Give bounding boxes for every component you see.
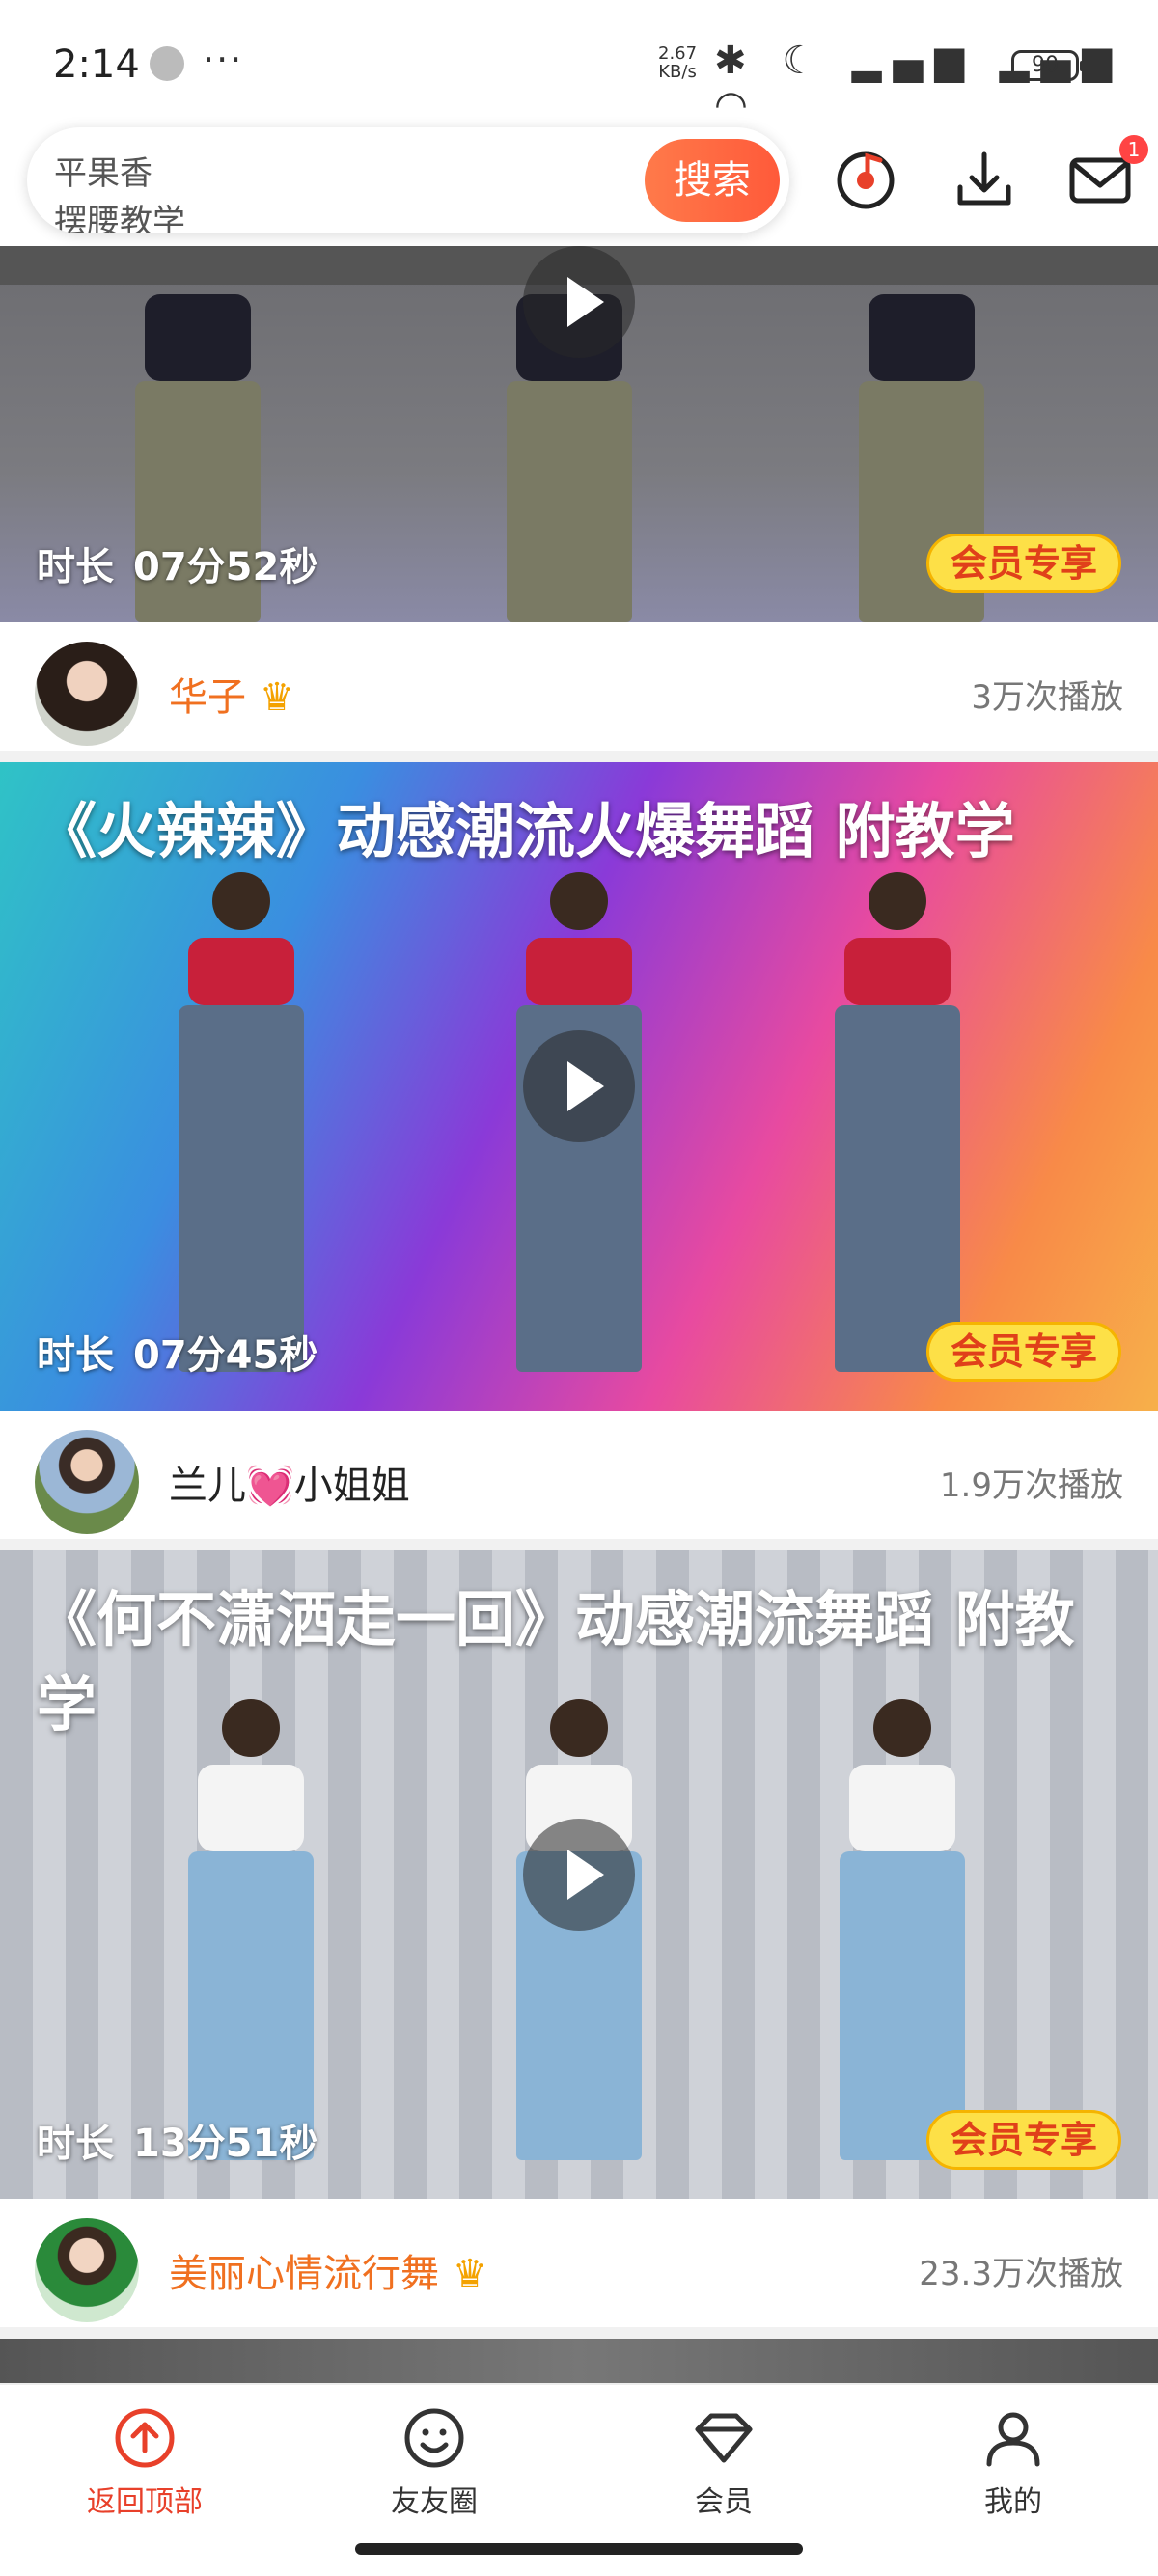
play-count: 23.3万次播放 xyxy=(919,2255,1123,2293)
more-dots-icon: ··· xyxy=(203,39,244,81)
play-icon[interactable] xyxy=(523,246,635,358)
music-disc-icon[interactable] xyxy=(832,145,899,212)
search-hint-secondary[interactable]: 摆腰教学 xyxy=(54,195,185,233)
network-speed: 2.67 KB/s xyxy=(658,44,697,81)
tab-label: 返回顶部 xyxy=(87,2485,203,2519)
tab-label: 我的 xyxy=(984,2485,1042,2519)
tab-friends[interactable]: 友友圈 xyxy=(338,2406,531,2520)
search-hint-primary[interactable]: 平果香 xyxy=(54,147,152,194)
video-duration: 时长 07分52秒 xyxy=(37,545,318,589)
tab-back-to-top[interactable]: 返回顶部 xyxy=(48,2406,241,2520)
vip-badge: 会员专享 xyxy=(925,2110,1121,2170)
status-bar: 2:14 ··· 2.67 KB/s ✱ ☾ ▂▄▆ ▂▄▆ ◠ 90 xyxy=(0,0,1158,127)
tab-label: 会员 xyxy=(695,2485,753,2519)
video-meta-row[interactable]: 华子 ♛ 3万次播放 xyxy=(0,622,1158,762)
search-bar[interactable]: 平果香 摆腰教学 搜索 xyxy=(27,127,789,233)
crown-icon: ♛ xyxy=(260,675,294,720)
network-speed-value: 2.67 xyxy=(658,43,698,64)
mail-badge: 1 xyxy=(1119,135,1148,164)
person-icon xyxy=(986,2412,1040,2467)
play-count: 3万次播放 xyxy=(971,678,1123,717)
dancer-figure xyxy=(179,872,304,1372)
video-meta-row[interactable]: 兰儿💓小姐姐 1.9万次播放 xyxy=(0,1411,1158,1550)
status-time: 2:14 xyxy=(53,42,140,87)
dancer-figure xyxy=(188,1699,314,2160)
video-thumbnail[interactable]: 时长 07分52秒 会员专享 xyxy=(0,246,1158,622)
tab-mine[interactable]: 我的 xyxy=(917,2406,1110,2520)
dancer-figure xyxy=(835,872,960,1372)
play-count: 1.9万次播放 xyxy=(939,1466,1123,1505)
tab-label: 友友圈 xyxy=(391,2485,478,2519)
video-title: 《火辣辣》动感潮流火爆舞蹈 附教学 xyxy=(37,796,1015,866)
video-duration: 时长 07分45秒 xyxy=(37,1333,318,1378)
play-icon[interactable] xyxy=(523,1819,635,1931)
tab-vip[interactable]: 会员 xyxy=(627,2406,820,2520)
video-duration: 时长 13分51秒 xyxy=(37,2122,318,2166)
author-avatar[interactable] xyxy=(35,642,139,746)
crown-icon: ♛ xyxy=(453,2252,487,2296)
smile-icon xyxy=(404,2408,464,2468)
download-icon[interactable] xyxy=(951,145,1018,212)
author-avatar[interactable] xyxy=(35,1430,139,1534)
vip-badge: 会员专享 xyxy=(925,534,1121,593)
author-name[interactable]: 兰儿💓小姐姐 xyxy=(169,1454,410,1510)
network-speed-unit: KB/s xyxy=(658,62,697,82)
author-name[interactable]: 美丽心情流行舞 ♛ xyxy=(169,2242,487,2298)
screen: { "status_bar": { "time": "2:14", "net_s… xyxy=(0,0,1158,2576)
battery-icon: 90 xyxy=(1011,50,1085,81)
dancer-figure xyxy=(840,1699,965,2160)
author-name[interactable]: 华子 ♛ xyxy=(169,666,294,722)
video-thumbnail[interactable]: 《何不潇洒走一回》动感潮流舞蹈 附教学 时长 13分51秒 会员专享 xyxy=(0,1550,1158,2199)
video-feed[interactable]: 时长 07分52秒 会员专享 华子 ♛ 3万次播放 《火辣辣》动感潮流火爆舞蹈 附教… xyxy=(0,246,1158,2397)
vip-badge: 会员专享 xyxy=(925,1322,1121,1382)
home-indicator[interactable] xyxy=(355,2543,803,2555)
play-icon[interactable] xyxy=(523,1030,635,1142)
wrench-icon xyxy=(150,46,184,81)
arrow-up-circle-icon xyxy=(115,2408,175,2468)
status-icons: ✱ ☾ ▂▄▆ ▂▄▆ ◠ xyxy=(714,39,1124,127)
diamond-icon xyxy=(695,2413,753,2463)
video-thumbnail[interactable]: 《火辣辣》动感潮流火爆舞蹈 附教学 时长 07分45秒 会员专享 xyxy=(0,762,1158,1411)
video-meta-row[interactable]: 美丽心情流行舞 ♛ 23.3万次播放 xyxy=(0,2199,1158,2339)
search-button[interactable]: 搜索 xyxy=(645,139,780,222)
author-avatar[interactable] xyxy=(35,2218,139,2322)
